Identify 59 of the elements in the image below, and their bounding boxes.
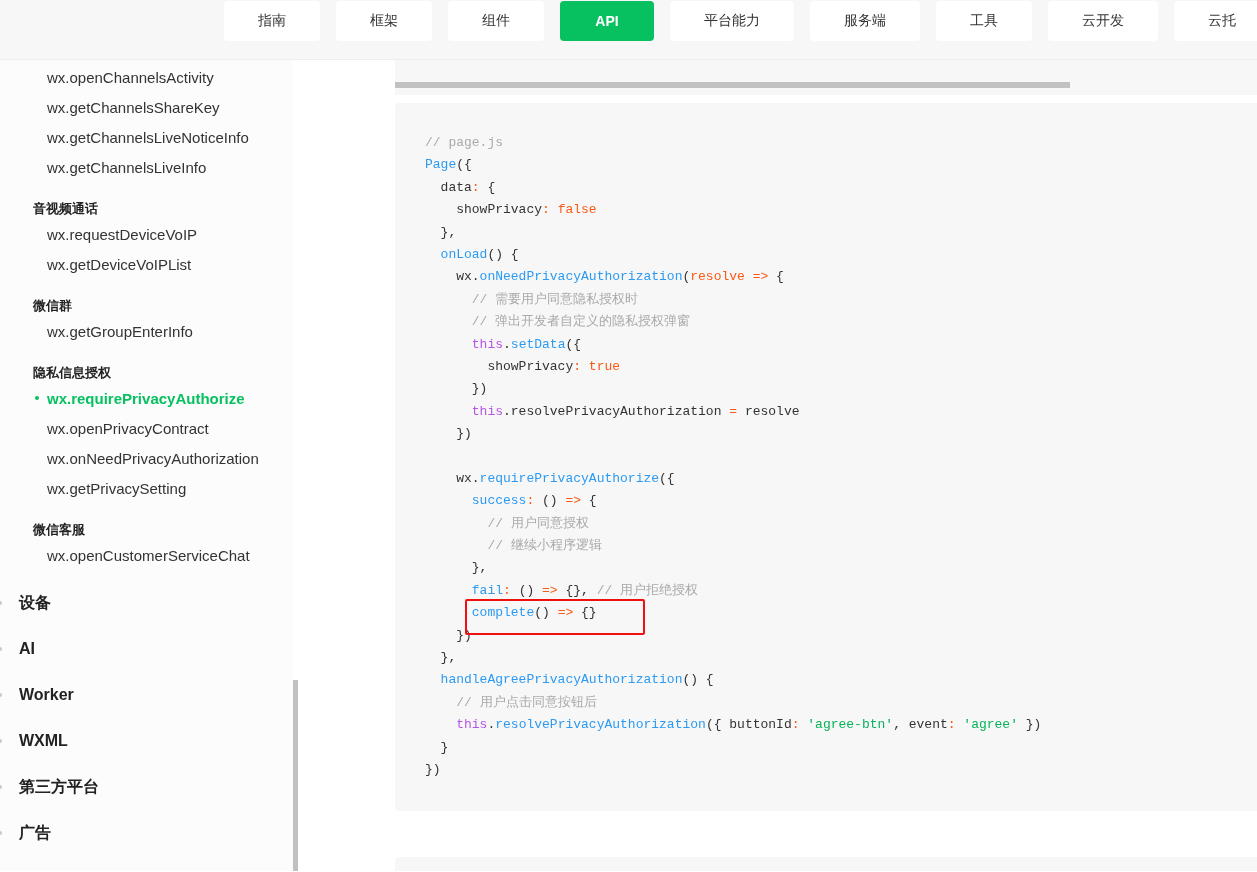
- sidebar-category[interactable]: 第三方平台: [0, 776, 99, 798]
- sidebar-category[interactable]: 广告: [0, 822, 51, 844]
- sidebar-item[interactable]: wx.getChannelsShareKey: [47, 98, 220, 116]
- code-line: // 用户点击同意按钮后: [455, 693, 598, 712]
- sidebar-category[interactable]: WXML: [0, 732, 68, 750]
- sidebar-item[interactable]: wx.onNeedPrivacyAuthorization: [47, 449, 259, 467]
- code-line: handleAgreePrivacyAuthorization() {: [439, 671, 715, 690]
- code-line: },: [439, 649, 458, 667]
- code-line: Page({: [425, 156, 473, 175]
- code-line: },: [439, 223, 458, 242]
- code-line: // 继续小程序逻辑: [486, 537, 603, 556]
- scrollbar[interactable]: [293, 680, 298, 871]
- sidebar-item[interactable]: wx.openChannelsActivity: [47, 68, 214, 86]
- sidebar-item[interactable]: wx.getChannelsLiveNoticeInfo: [47, 128, 249, 146]
- code-line: data: {: [439, 178, 497, 197]
- sidebar-item[interactable]: wx.openCustomerServiceChat: [47, 546, 250, 564]
- sidebar-heading: 音视频通话: [32, 200, 99, 218]
- sidebar-heading: 隐私信息授权: [32, 364, 112, 382]
- nav-tab[interactable]: 平台能力: [670, 1, 794, 41]
- sidebar-item[interactable]: wx.requestDeviceVoIP: [47, 225, 198, 243]
- code-line: }): [425, 760, 442, 779]
- sidebar-item[interactable]: wx.getGroupEnterInfo: [47, 322, 193, 340]
- code-line: },: [470, 559, 489, 578]
- code-line: showPrivacy: false: [455, 201, 598, 220]
- nav-tab[interactable]: 云开发: [1048, 1, 1158, 41]
- code-line: // page.js: [425, 134, 504, 152]
- nav-tab[interactable]: 框架: [336, 1, 432, 41]
- code-line: }): [470, 380, 489, 399]
- code-line: wx.requirePrivacyAuthorize({: [455, 469, 676, 488]
- sidebar-item[interactable]: wx.getPrivacySetting: [47, 479, 187, 497]
- sidebar-category[interactable]: Worker: [0, 686, 74, 704]
- code-line: this.resolvePrivacyAuthorization({ buttonId: 'agree-btn', event: 'agree' }): [455, 716, 1043, 735]
- nav-tab[interactable]: 服务端: [810, 1, 920, 41]
- code-line: onLoad() {: [439, 245, 520, 264]
- sidebar-category[interactable]: 设备: [0, 592, 51, 614]
- code-line: complete() => {}: [470, 604, 598, 623]
- code-line: success: () => {: [470, 492, 598, 511]
- nav-tab[interactable]: 云托: [1174, 1, 1257, 41]
- code-line: }: [439, 738, 450, 757]
- code-line: // 弹出开发者自定义的隐私授权弹窗: [470, 313, 692, 332]
- sidebar-heading: 微信群: [32, 297, 73, 315]
- nav-tab[interactable]: 组件: [448, 1, 544, 41]
- sidebar-item[interactable]: wx.getChannelsLiveInfo: [47, 158, 207, 176]
- scrollbar[interactable]: [395, 82, 1070, 88]
- nav-tab[interactable]: 工具: [936, 1, 1032, 41]
- code-line: wx.onNeedPrivacyAuthorization(resolve => {: [455, 268, 785, 287]
- sidebar-category[interactable]: AI: [0, 640, 35, 658]
- code-line: showPrivacy: true: [486, 357, 622, 376]
- sidebar-heading: 微信客服: [32, 521, 86, 539]
- nav-tab[interactable]: 指南: [224, 1, 320, 41]
- code-line: // 用户同意授权: [486, 514, 590, 533]
- bullet-icon: [35, 396, 39, 400]
- code-line: this.setData({: [470, 335, 583, 354]
- sidebar-item[interactable]: wx.openPrivacyContract: [47, 419, 209, 437]
- code-line: this.resolvePrivacyAuthorization = resolve: [470, 402, 801, 421]
- code-line: }): [455, 425, 473, 444]
- sidebar-item[interactable]: wx.getDeviceVoIPList: [47, 255, 192, 273]
- code-line: fail: () => {}, // 用户拒绝授权: [470, 581, 700, 600]
- code-line: // 需要用户同意隐私授权时: [470, 290, 640, 309]
